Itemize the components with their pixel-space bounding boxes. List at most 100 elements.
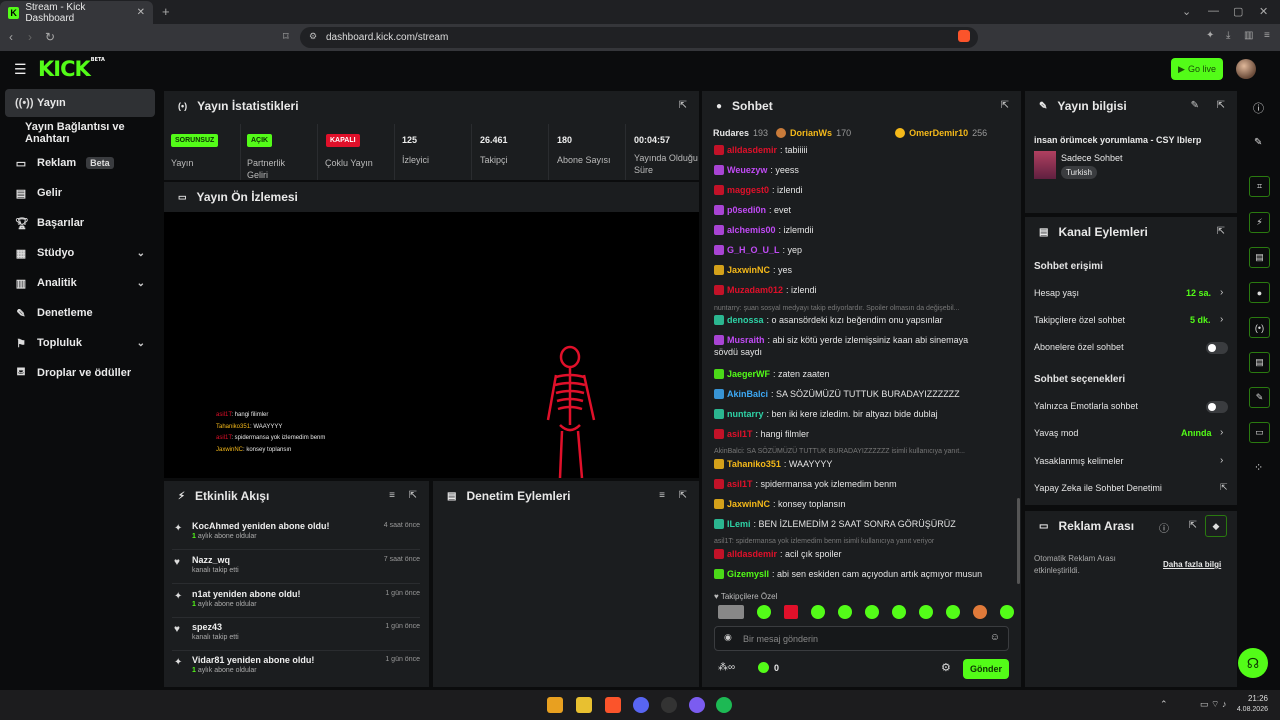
emote[interactable] (919, 605, 933, 619)
reload-icon[interactable]: ↻ (45, 30, 55, 44)
filter-icon[interactable]: ≡ (659, 490, 665, 501)
chat-username[interactable]: asil1T (727, 479, 753, 489)
popout-icon[interactable]: ⇱ (1001, 100, 1009, 111)
tab-close-icon[interactable]: ✕ (137, 7, 145, 18)
info-icon[interactable]: ⓘ (1253, 100, 1264, 116)
popout-icon[interactable]: ⇱ (409, 490, 417, 501)
chat-username[interactable]: alchemis00 (727, 225, 776, 235)
info-icon[interactable]: ⓘ (1159, 520, 1169, 535)
rail-scan-icon[interactable]: ⌗ (1249, 176, 1270, 197)
send-button[interactable]: Gönder (963, 659, 1009, 679)
chat-username[interactable]: Muzadam012 (727, 285, 783, 295)
chevron-right-icon[interactable]: › (1220, 314, 1223, 325)
popout-icon[interactable]: ⇱ (679, 490, 687, 501)
address-bar[interactable]: ⚙ dashboard.kick.com/stream (300, 27, 978, 48)
external-link-icon[interactable]: ⇱ (1220, 482, 1228, 493)
go-live-button[interactable]: ▶ Go live (1171, 58, 1223, 80)
sidebar-item-revenue[interactable]: ▤ Gelir (5, 179, 155, 207)
extensions-icon[interactable]: ✦ (1206, 30, 1214, 41)
sidebar-toggle-icon[interactable]: ▥ (1244, 30, 1253, 41)
chat-username[interactable]: Musraith (727, 335, 765, 345)
chat-input[interactable]: ◉ Bir mesaj gönderin ☺ (714, 626, 1009, 651)
forward-icon[interactable]: › (28, 30, 32, 44)
obs-icon[interactable] (661, 697, 677, 713)
chat-username[interactable]: JaxwinNC (727, 499, 770, 509)
emote[interactable] (811, 605, 825, 619)
edit-icon[interactable]: ✎ (1191, 100, 1199, 111)
filter-icon[interactable]: ≡ (389, 490, 395, 501)
chat-username[interactable]: p0sedi0n (727, 205, 766, 215)
sidebar-item-stream[interactable]: ((•)) Yayın (5, 89, 155, 117)
emote[interactable] (1000, 605, 1014, 619)
minimize-icon[interactable]: — (1208, 5, 1219, 17)
tray-chevron-icon[interactable]: ⌃ (1160, 699, 1168, 710)
tray-icons[interactable]: ▭ ⌔ ♪ (1200, 699, 1226, 710)
rail-server-icon[interactable]: ▤ (1249, 352, 1270, 373)
chevron-right-icon[interactable]: › (1220, 427, 1223, 438)
chat-username[interactable]: denossa (727, 315, 764, 325)
sidebar-item-drops[interactable]: ⛾ Droplar ve ödüller (5, 359, 155, 387)
avatar[interactable] (1236, 59, 1256, 79)
chat-username[interactable]: ILemi (727, 519, 751, 529)
pen-icon[interactable]: ✎ (1254, 137, 1262, 148)
emote[interactable] (784, 605, 798, 619)
browser-tab[interactable]: K Stream - Kick Dashboard ✕ (0, 1, 153, 24)
sidebar-item-ads[interactable]: ▭ Reklam Beta (5, 149, 155, 177)
chat-scrollbar[interactable] (1017, 498, 1020, 584)
rail-bolt-icon[interactable]: ⚡︎ (1249, 212, 1270, 233)
tag-icon[interactable]: ◆ (1205, 515, 1227, 537)
close-window-icon[interactable]: ✕ (1259, 5, 1268, 18)
chat-username[interactable]: AkinBalci (727, 389, 768, 399)
emote[interactable] (946, 605, 960, 619)
sidebar-item-studio[interactable]: ▦ Stüdyo ⌄ (5, 239, 155, 267)
tab-search-icon[interactable]: ⌄ (1182, 5, 1191, 18)
emote[interactable] (718, 605, 744, 619)
browser-menu-icon[interactable]: ≡ (1264, 30, 1270, 41)
sidebar-item-analytics[interactable]: ▥ Analitik ⌄ (5, 269, 155, 297)
downloads-icon[interactable]: ⤓ (1226, 30, 1230, 41)
emote[interactable] (865, 605, 879, 619)
emote[interactable] (973, 605, 987, 619)
chat-username[interactable]: nuntarry (727, 409, 764, 419)
gifter-name[interactable]: OmerDemir10 (909, 128, 968, 138)
chat-username[interactable]: Weuezyw (727, 165, 767, 175)
chat-username[interactable]: asil1T (727, 429, 753, 439)
popout-icon[interactable]: ⇱ (1189, 520, 1197, 531)
folder-icon[interactable] (576, 697, 592, 713)
chat-users-icon[interactable]: ⁂∞ (718, 662, 735, 673)
chat-username[interactable]: JaegerWF (727, 369, 770, 379)
discord-icon[interactable] (633, 697, 649, 713)
apps-icon[interactable]: ⁘ (1254, 461, 1263, 474)
emote[interactable] (892, 605, 906, 619)
gifter-name[interactable]: Rudares (713, 128, 749, 138)
rail-wrench-icon[interactable]: ✎ (1249, 387, 1270, 408)
back-icon[interactable]: ‹ (9, 30, 13, 44)
sidebar-item-achievements[interactable]: 🏆︎ Başarılar (5, 209, 155, 237)
chat-settings-icon[interactable]: ⚙ (941, 661, 951, 674)
emote[interactable] (757, 605, 771, 619)
popout-icon[interactable]: ⇱ (679, 100, 687, 111)
rail-broadcast-icon[interactable]: (•) (1249, 317, 1270, 338)
chat-username[interactable]: Gizemysll (727, 569, 769, 579)
rail-ad-icon[interactable]: ▭ (1249, 422, 1270, 443)
support-headset-icon[interactable]: ☊ (1238, 648, 1268, 678)
sidebar-item-community[interactable]: ⚑ Topluluk ⌄ (5, 329, 155, 357)
chevron-right-icon[interactable]: › (1220, 455, 1223, 466)
learn-more-link[interactable]: Daha fazla bilgi (1163, 560, 1221, 569)
site-info-icon[interactable]: ⚙ (309, 31, 317, 42)
spotify-icon[interactable] (716, 697, 732, 713)
app-icon[interactable] (689, 697, 705, 713)
chat-username[interactable]: maggest0 (727, 185, 769, 195)
bookmark-icon[interactable]: ⌑ (283, 30, 289, 43)
brave-browser-icon[interactable] (605, 697, 621, 713)
popout-icon[interactable]: ⇱ (1217, 226, 1225, 237)
new-tab-icon[interactable]: + (162, 4, 170, 19)
chat-username[interactable]: alldasdemir (727, 145, 777, 155)
rail-doc-icon[interactable]: ▤ (1249, 247, 1270, 268)
file-explorer-icon[interactable] (547, 697, 563, 713)
emotes-only-toggle[interactable] (1206, 401, 1228, 413)
emoji-icon[interactable]: ☺ (990, 632, 1000, 643)
chat-username[interactable]: Tahaniko351 (727, 459, 781, 469)
maximize-icon[interactable]: ▢ (1233, 5, 1243, 18)
brave-shield-icon[interactable] (958, 30, 970, 42)
